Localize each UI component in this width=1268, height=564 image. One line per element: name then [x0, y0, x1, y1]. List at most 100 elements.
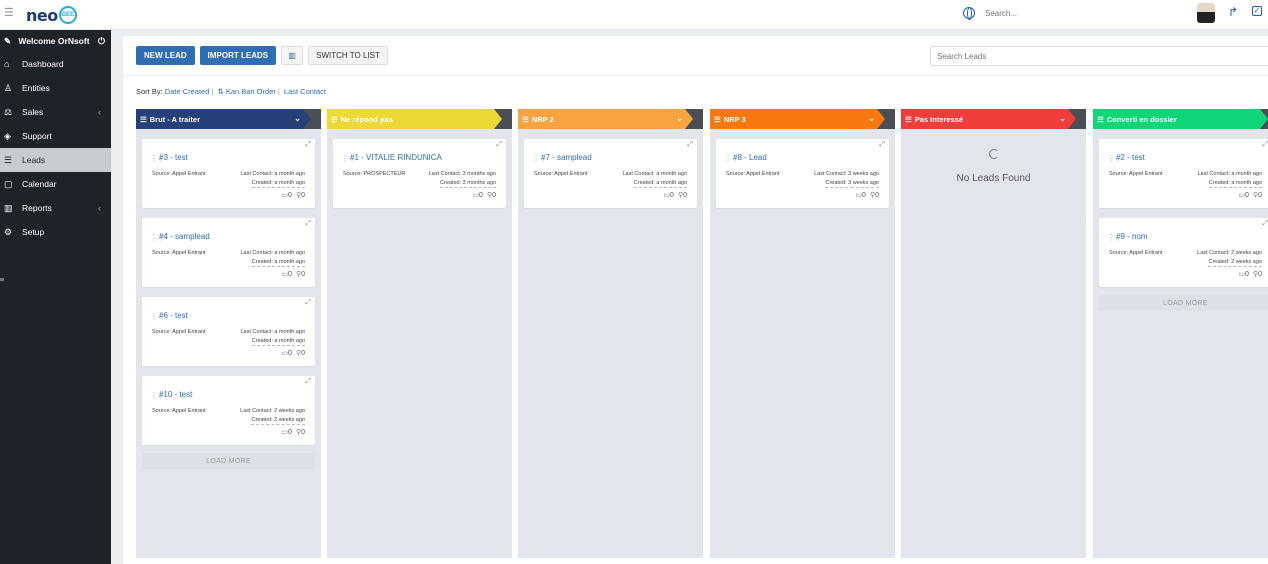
- column-header[interactable]: ☰ Brut - A traiter ⌄: [136, 109, 321, 129]
- column-header[interactable]: ☰ Ne répond pas: [327, 109, 512, 129]
- lead-title[interactable]: #4 - samplead: [159, 232, 210, 241]
- lead-last-contact: Last Contact: a month ago: [1197, 171, 1262, 177]
- import-leads-button[interactable]: IMPORT LEADS: [199, 46, 277, 65]
- lead-last-contact: Last Contact: a month ago: [240, 250, 305, 256]
- chevron-down-icon[interactable]: ⌄: [294, 114, 301, 123]
- sidebar-item-support[interactable]: ◈ Support: [0, 124, 111, 148]
- lead-last-contact: Last Contact: 3 weeks ago: [814, 171, 879, 177]
- hamburger-menu-icon[interactable]: ☰: [4, 6, 14, 19]
- sidebar-item-label: Entities: [22, 83, 50, 93]
- lead-card[interactable]: ⤢ ⋮⋮ #2 - test Source: Appel Entrant Last Co…: [1099, 139, 1268, 208]
- lead-last-contact: Last Contact: 3 months ago: [428, 171, 496, 177]
- lead-card[interactable]: ⤢ ⋮⋮ #10 - test Source: Appel Entrant Last C…: [142, 376, 315, 445]
- sidebar-item-entities[interactable]: ♙ Entities: [0, 76, 111, 100]
- expand-icon[interactable]: ⤢: [305, 220, 311, 228]
- sidebar-item-dashboard[interactable]: ⌂ Dashboard: [0, 52, 111, 76]
- sidebar-item-reports[interactable]: ▥ Reports ‹: [0, 196, 111, 220]
- list-icon: ☰: [522, 114, 529, 124]
- global-search-input[interactable]: [985, 6, 1115, 20]
- column-header[interactable]: ☰ Pas Interessé ⌄: [901, 109, 1086, 129]
- expand-icon[interactable]: ⤢: [1262, 220, 1268, 228]
- lead-source: Source: Appel Entrant: [1109, 250, 1163, 256]
- avatar[interactable]: [1197, 3, 1215, 23]
- tag-icon: ◈: [4, 130, 11, 141]
- lead-last-contact: Last Contact: 2 weeks ago: [240, 408, 305, 414]
- lead-created: Created: a month ago: [251, 180, 305, 188]
- welcome-text: Welcome OrNsoft: [18, 36, 90, 46]
- column-header-arrow: [303, 109, 311, 129]
- globe-icon[interactable]: [963, 7, 975, 20]
- sort-icon: ⇅: [217, 87, 224, 96]
- switch-to-list-button[interactable]: SWITCH TO LIST: [308, 46, 388, 65]
- list-icon: ☰: [331, 114, 338, 124]
- lead-counts: ▭0 ⚲0: [281, 428, 305, 436]
- column-header-arrow: [494, 109, 502, 129]
- lead-title[interactable]: #10 - test: [159, 390, 192, 399]
- logo[interactable]: neo GEE: [26, 2, 77, 28]
- sort-date-created-link[interactable]: Date Created: [165, 87, 210, 96]
- expand-icon[interactable]: ⤢: [305, 299, 311, 307]
- expand-icon[interactable]: ⤢: [687, 141, 693, 149]
- chart-button[interactable]: ▥: [281, 46, 304, 65]
- lead-card[interactable]: ⤢ ⋮⋮ #4 - samplead Source: Appel Entrant Las…: [142, 218, 315, 287]
- sidebar-item-setup[interactable]: ⚙ Setup: [0, 220, 111, 244]
- chevron-down-icon[interactable]: ⌄: [1059, 114, 1066, 123]
- lead-card[interactable]: ⤢ ⋮⋮ #7 - samplead Source: Appel Entrant Las…: [524, 139, 697, 208]
- lead-title[interactable]: #7 - samplead: [541, 153, 592, 162]
- attachments-count: 0: [1258, 271, 1262, 278]
- power-icon[interactable]: ⏻: [98, 36, 105, 47]
- list-icon: ☰: [1097, 114, 1104, 124]
- column-header[interactable]: ☰ NRP 2 ⌄: [518, 109, 703, 129]
- lead-card[interactable]: ⤢ ⋮⋮ #6 - test Source: Appel Entrant Last Co…: [142, 297, 315, 366]
- column-header[interactable]: ☰ Converti en dossier: [1093, 109, 1268, 129]
- lead-created: Created: 3 months ago: [440, 180, 496, 188]
- lead-title[interactable]: #9 - nom: [1116, 232, 1148, 241]
- column-header[interactable]: ☰ NRP 3 ⌄: [710, 109, 895, 129]
- lead-title[interactable]: #6 - test: [159, 311, 188, 320]
- chevron-left-icon[interactable]: ‹: [98, 203, 101, 213]
- lead-card[interactable]: ⤢ ⋮⋮ #3 - test Source: Appel Entrant Last Co…: [142, 139, 315, 208]
- user-icon: ♙: [4, 82, 13, 93]
- sidebar-item-sales[interactable]: ⚖ Sales ‹: [0, 100, 111, 124]
- column-header-arrow: [877, 109, 885, 129]
- lead-card[interactable]: ⤢ ⋮⋮ #1 - VITALIE RINDUNICA Source: PROSPEC…: [333, 139, 506, 208]
- lead-counts: ▭0 ⚲0: [1238, 270, 1262, 278]
- lead-title[interactable]: #2 - test: [1116, 153, 1145, 162]
- sort-kanban-order-link[interactable]: Kan Ban Order: [226, 87, 276, 96]
- lead-title[interactable]: #3 - test: [159, 153, 188, 162]
- attachments-count: 0: [492, 192, 496, 199]
- attachments-count: 0: [301, 192, 305, 199]
- expand-icon[interactable]: ⤢: [879, 141, 885, 149]
- checkbox-icon[interactable]: ✓: [1252, 6, 1262, 16]
- sidebar-item-calendar[interactable]: ▢ Calendar: [0, 172, 111, 196]
- expand-icon[interactable]: ⤢: [305, 378, 311, 386]
- chevron-down-icon[interactable]: ⌄: [676, 114, 683, 123]
- sort-by-label: Sort By:: [136, 87, 163, 96]
- new-lead-button[interactable]: NEW LEAD: [136, 46, 195, 65]
- expand-icon[interactable]: ⤢: [305, 141, 311, 149]
- lead-title[interactable]: #8 - Lead: [733, 153, 767, 162]
- scale-icon: ⚖: [4, 106, 13, 117]
- chart-icon: ▥: [4, 202, 13, 213]
- lead-card[interactable]: ⤢ ⋮⋮ #8 - Lead Source: Appel Entrant Last Co…: [716, 139, 889, 208]
- sidebar-item-label: Sales: [22, 107, 44, 117]
- search-leads-input[interactable]: [930, 46, 1268, 66]
- expand-icon[interactable]: ⤢: [1262, 141, 1268, 149]
- notes-count: 0: [288, 192, 292, 199]
- kanban-column-brut: ☰ Brut - A traiter ⌄ ⤢ ⋮⋮ #3 - test Source: Ap…: [136, 109, 321, 558]
- sidebar-item-leads[interactable]: ☰ Leads: [0, 148, 111, 172]
- lead-card[interactable]: ⤢ ⋮⋮ #9 - nom Source: Appel Entrant Last Con…: [1099, 218, 1268, 287]
- lead-title[interactable]: #1 - VITALIE RINDUNICA: [350, 153, 442, 162]
- load-more-button[interactable]: LOAD MORE: [142, 453, 315, 469]
- lead-source: Source: Appel Entrant: [1109, 171, 1163, 177]
- sort-last-contact-link[interactable]: Last Contact: [284, 87, 326, 96]
- share-icon[interactable]: ↱: [1228, 5, 1238, 19]
- load-more-button[interactable]: LOAD MORE: [1099, 295, 1268, 311]
- expand-icon[interactable]: ⤢: [496, 141, 502, 149]
- notes-count: 0: [1245, 192, 1249, 199]
- chevron-down-icon[interactable]: ⌄: [868, 114, 875, 123]
- lead-counts: ▭0 ⚲0: [281, 349, 305, 357]
- home-icon: ⌂: [4, 59, 10, 69]
- column-header-arrow: [1068, 109, 1076, 129]
- chevron-left-icon[interactable]: ‹: [98, 107, 101, 117]
